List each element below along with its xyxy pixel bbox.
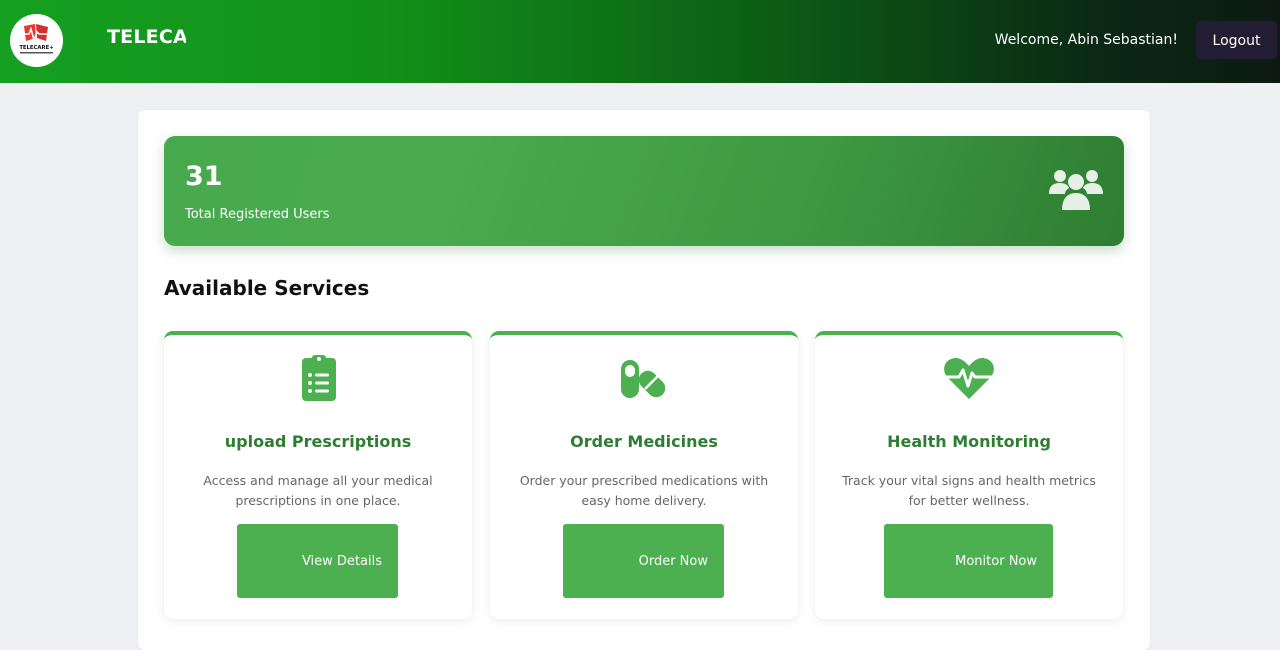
service-title: upload Prescriptions xyxy=(224,432,412,451)
clipboard-list-icon xyxy=(302,355,336,401)
logo-text: TELECARE+ xyxy=(19,45,53,51)
pills-icon xyxy=(621,360,666,398)
service-card-prescriptions: upload Prescriptions Access and manage a… xyxy=(164,331,472,619)
view-details-button[interactable]: View Details xyxy=(237,524,398,598)
heartbeat-icon xyxy=(944,357,994,399)
total-users-count: 31 xyxy=(185,161,223,192)
logo-emblem: TELECARE+ xyxy=(19,24,54,54)
service-card-health-monitoring: Health Monitoring Track your vital signs… xyxy=(815,331,1123,619)
logout-button[interactable]: Logout xyxy=(1196,21,1277,59)
service-title: Order Medicines xyxy=(570,432,718,451)
service-description: Track your vital signs and health metric… xyxy=(842,473,1096,508)
monitor-now-button[interactable]: Monitor Now xyxy=(884,524,1053,598)
top-navbar: TELECARE+ TELECARE+ Welcome, Abin Sebast… xyxy=(0,0,1280,83)
dashboard-container: 31 Total Registered Users Available Serv… xyxy=(138,110,1150,650)
service-title: Health Monitoring xyxy=(887,432,1051,451)
order-now-button[interactable]: Order Now xyxy=(563,524,724,598)
users-icon xyxy=(1049,170,1103,210)
welcome-message: Welcome, Abin Sebastian! xyxy=(994,32,1178,48)
service-description: Access and manage all your medical presc… xyxy=(203,473,433,508)
total-users-card: 31 Total Registered Users xyxy=(164,136,1124,246)
service-description: Order your prescribed medications with e… xyxy=(519,473,769,508)
service-card-medicines: Order Medicines Order your prescribed me… xyxy=(490,331,798,619)
available-services-heading: Available Services xyxy=(164,276,370,300)
brand-title: TELECARE+ xyxy=(107,26,186,48)
total-users-label: Total Registered Users xyxy=(185,207,330,222)
telecare-logo[interactable]: TELECARE+ xyxy=(10,14,63,67)
